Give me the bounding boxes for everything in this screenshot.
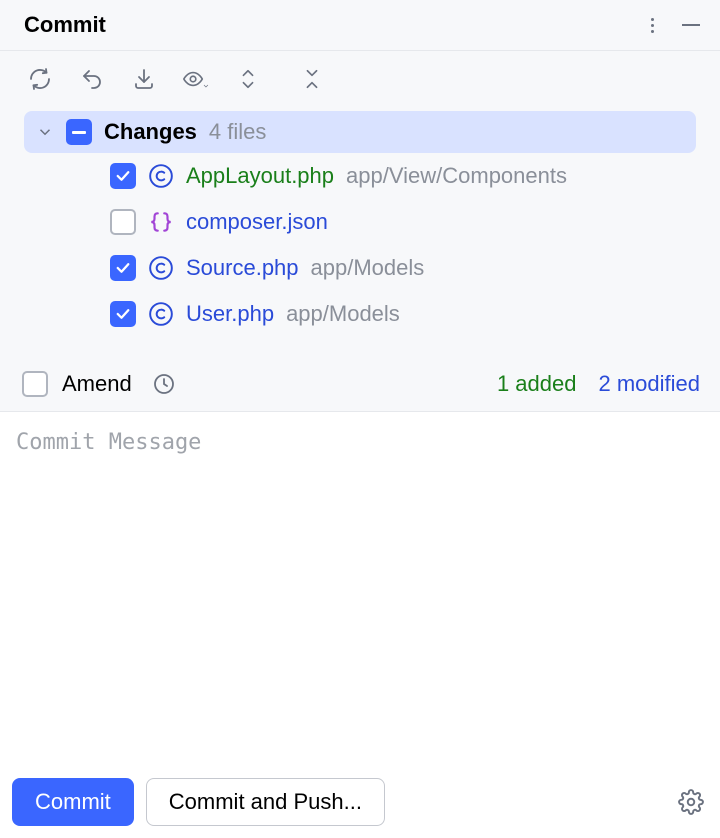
changes-group-label: Changes [104,119,197,145]
history-button[interactable] [152,372,176,396]
commit-message-area [0,411,720,768]
stat-modified: 2 modified [598,371,700,397]
panel-header: Commit [0,0,720,51]
amend-checkbox[interactable] [22,371,48,397]
file-row[interactable]: User.php app/Models [24,291,696,337]
fold-icon [301,67,323,91]
changes-file-count: 4 files [209,119,266,145]
json-file-icon [148,209,174,235]
file-checkbox[interactable] [110,163,136,189]
file-name: User.php [186,301,274,327]
file-checkbox[interactable] [110,301,136,327]
rollback-button[interactable] [78,65,106,93]
download-icon [132,67,156,91]
stat-added: 1 added [497,371,577,397]
file-path: app/Models [311,255,425,281]
eye-icon [182,67,204,91]
refresh-icon [28,67,52,91]
undo-icon [80,67,104,91]
unfold-icon [237,67,259,91]
header-actions [642,15,700,35]
panel-title: Commit [24,12,106,38]
file-name: AppLayout.php [186,163,334,189]
shelve-button[interactable] [130,65,158,93]
php-class-icon [148,255,174,281]
commit-message-input[interactable] [14,428,706,752]
gear-icon [678,789,704,815]
refresh-button[interactable] [26,65,54,93]
diff-preview-button[interactable] [182,65,210,93]
change-stats: 1 added 2 modified [497,371,700,397]
commit-button[interactable]: Commit [12,778,134,826]
clock-icon [152,372,176,396]
expand-collapse-button[interactable] [234,65,262,93]
minimize-button[interactable] [682,24,700,26]
changes-group-row[interactable]: Changes 4 files [24,111,696,153]
file-row[interactable]: AppLayout.php app/View/Components [24,153,696,199]
file-row[interactable]: composer.json [24,199,696,245]
collapse-all-button[interactable] [298,65,326,93]
more-vertical-icon [642,15,662,35]
php-class-icon [148,301,174,327]
file-path: app/View/Components [346,163,567,189]
more-options-button[interactable] [642,15,662,35]
amend-label: Amend [62,371,132,397]
file-path: app/Models [286,301,400,327]
commit-and-push-button[interactable]: Commit and Push... [146,778,385,826]
php-class-icon [148,163,174,189]
chevron-down-icon [36,123,54,141]
changes-checkbox-indeterminate[interactable] [66,119,92,145]
settings-button[interactable] [678,789,704,815]
commit-footer: Commit Commit and Push... [0,768,720,838]
commit-toolbar [0,51,720,111]
file-checkbox[interactable] [110,255,136,281]
file-row[interactable]: Source.php app/Models [24,245,696,291]
file-checkbox[interactable] [110,209,136,235]
minimize-icon [682,24,700,26]
amend-bar: Amend 1 added 2 modified [0,357,720,411]
changes-tree: Changes 4 files AppLayout.php app/View/Co… [0,111,720,357]
chevron-down-icon [202,81,210,91]
file-name: Source.php [186,255,299,281]
file-name: composer.json [186,209,328,235]
